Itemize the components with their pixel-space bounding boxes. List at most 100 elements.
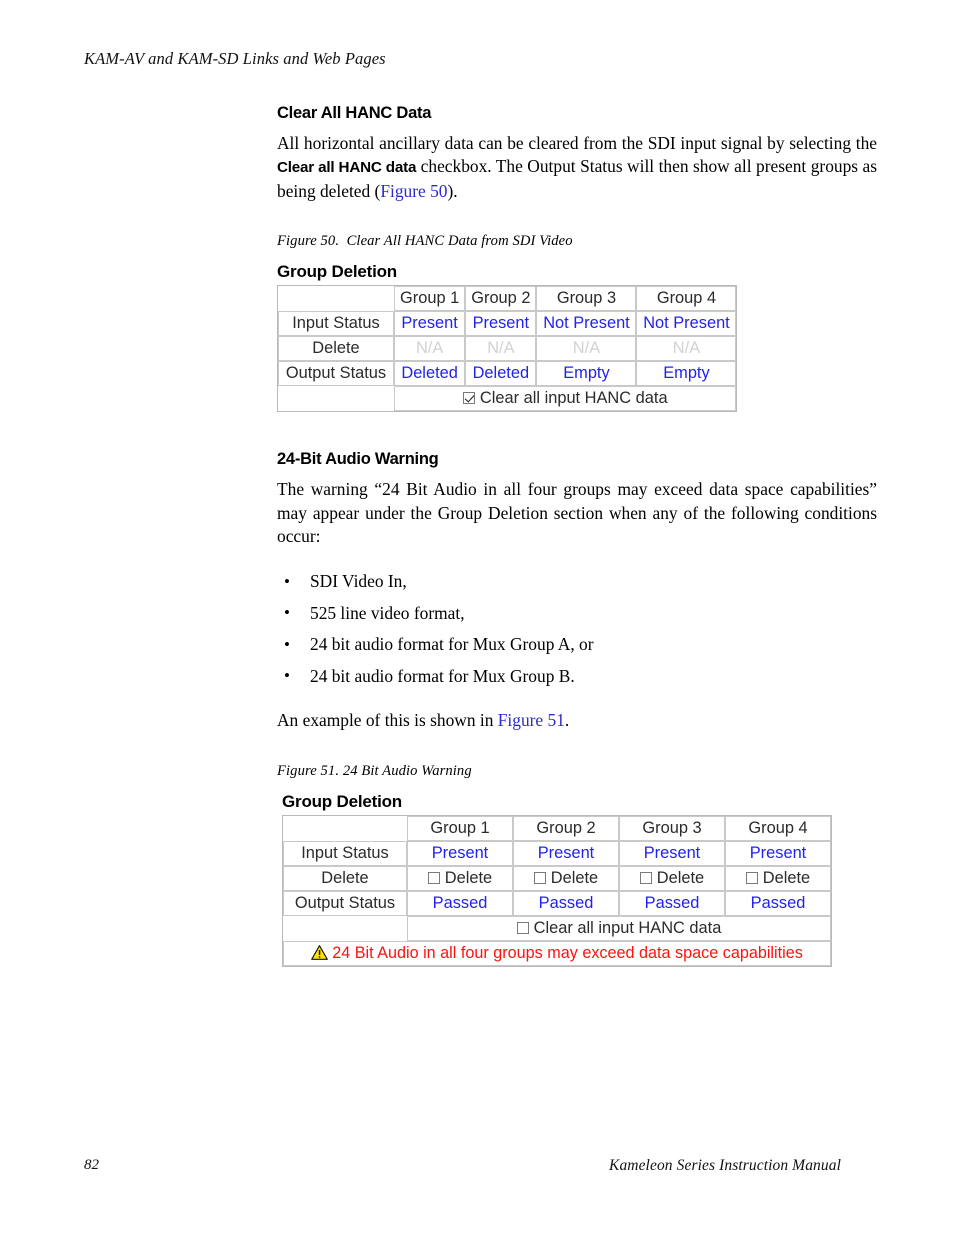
bullet-dot-icon: • <box>284 603 290 623</box>
output-status-group-1: Deleted <box>394 361 466 387</box>
figure-51-panel-title: Group Deletion <box>282 792 402 812</box>
delete-checkbox-cell-group-3[interactable]: Delete <box>619 866 725 892</box>
footer-page-number: 82 <box>84 1157 99 1173</box>
figure-50-caption-text: Clear All HANC Data from SDI Video <box>346 233 573 250</box>
figure-50-panel-title: Group Deletion <box>277 262 397 282</box>
figure-51-group-deletion-table: Group 1 Group 2 Group 3 Group 4 Input St… <box>282 815 832 968</box>
bullet-dot-icon: • <box>284 634 290 654</box>
output-status-group-1: Passed <box>407 891 513 917</box>
table-row-input-status: Input Status Present Present Not Present… <box>278 311 737 337</box>
paragraph-24-bit-audio-warning: The warning “24 Bit Audio in all four gr… <box>277 479 877 547</box>
delete-group-3: N/A <box>536 336 637 362</box>
delete-group-4: N/A <box>636 336 737 362</box>
delete-checkbox-cell-group-4[interactable]: Delete <box>725 866 831 892</box>
input-status-group-4: Present <box>725 841 831 867</box>
paragraph-clear-all-hanc-data: All horizontal ancillary data can be cle… <box>277 132 877 203</box>
xref-figure-50[interactable]: Figure 50 <box>380 181 447 201</box>
paragraph-text-part1: All horizontal ancillary data can be cle… <box>277 133 877 153</box>
footer-manual-title: Kameleon Series Instruction Manual <box>609 1157 841 1174</box>
delete-checkbox-label-group-1: Delete <box>444 869 493 888</box>
figure-50-caption: Figure 50. Clear All HANC Data from SDI … <box>277 233 877 250</box>
figure-50-panel: Group Deletion Group 1 Group 2 Group 3 G… <box>277 262 877 413</box>
bullet-dot-icon: • <box>284 666 290 686</box>
xref-figure-51[interactable]: Figure 51 <box>498 710 565 730</box>
input-status-group-2: Present <box>465 311 537 337</box>
running-header: KAM-AV and KAM-SD Links and Web Pages <box>84 49 386 68</box>
list-item-label: 525 line video format, <box>310 602 465 623</box>
list-item-label: SDI Video In, <box>310 571 407 592</box>
column-header-group-1: Group 1 <box>407 816 513 842</box>
clear-all-hanc-checkbox-cell[interactable]: Clear all input HANC data <box>394 386 737 412</box>
clear-all-hanc-checkbox[interactable] <box>516 922 529 935</box>
clear-all-hanc-checkbox-cell[interactable]: Clear all input HANC data <box>407 916 831 942</box>
list-item: • 24 bit audio format for Mux Group B. <box>277 665 877 688</box>
delete-checkbox-group-4[interactable] <box>745 872 758 885</box>
input-status-group-1: Present <box>407 841 513 867</box>
table-row-input-status: Input Status Present Present Present Pre… <box>283 841 831 867</box>
row-label-delete: Delete <box>283 866 407 892</box>
conditions-bullet-list: • SDI Video In, • 525 line video format, •… <box>277 570 877 688</box>
output-status-group-4: Passed <box>725 891 831 917</box>
figure-50-group-deletion-table: Group 1 Group 2 Group 3 Group 4 Input St… <box>277 285 738 413</box>
output-status-group-2: Deleted <box>465 361 537 387</box>
list-item-label: 24 bit audio format for Mux Group A, or <box>310 634 594 655</box>
column-header-group-4: Group 4 <box>636 286 737 312</box>
list-item: • 525 line video format, <box>277 602 877 625</box>
input-status-group-2: Present <box>513 841 619 867</box>
figure-51-panel: Group Deletion Group 1 Group 2 Group 3 G… <box>282 792 877 968</box>
delete-checkbox-group-3[interactable] <box>639 872 652 885</box>
table-row-delete: Delete N/A N/A N/A N/A <box>278 336 737 362</box>
paragraph-text-part3: ). <box>447 180 458 201</box>
column-header-group-2: Group 2 <box>513 816 619 842</box>
table-row-output-status: Output Status Passed Passed Passed Passe… <box>283 891 831 917</box>
table-row-output-status: Output Status Deleted Deleted Empty Empt… <box>278 361 737 387</box>
row-label-input-status: Input Status <box>283 841 407 867</box>
table-row-clear-all: Clear all input HANC data <box>278 386 737 412</box>
input-status-group-4: Not Present <box>636 311 737 337</box>
audio-warning-text: 24 Bit Audio in all four groups may exce… <box>332 944 803 963</box>
document-page: KAM-AV and KAM-SD Links and Web Pages Cl… <box>0 0 954 1235</box>
column-header-group-2: Group 2 <box>465 286 537 312</box>
bullet-dot-icon: • <box>284 571 290 591</box>
row-label-input-status: Input Status <box>278 311 394 337</box>
table-row-delete: Delete Delete Delete Delete Delete <box>283 866 831 892</box>
delete-checkbox-label-group-4: Delete <box>762 869 811 888</box>
row-label-delete: Delete <box>278 336 394 362</box>
table-header-row: Group 1 Group 2 Group 3 Group 4 <box>278 286 737 312</box>
clear-all-hanc-label: Clear all input HANC data <box>479 389 668 408</box>
column-header-group-1: Group 1 <box>394 286 466 312</box>
table-row-warning: 24 Bit Audio in all four groups may exce… <box>283 941 831 967</box>
closing-text-part1: An example of this is shown in <box>277 709 498 730</box>
delete-group-1: N/A <box>394 336 466 362</box>
figure-51-caption-text: 24 Bit Audio Warning <box>342 763 472 780</box>
section-heading-24-bit-audio-warning: 24-Bit Audio Warning <box>277 450 439 469</box>
clear-all-spacer-cell <box>278 386 394 412</box>
column-header-group-3: Group 3 <box>536 286 637 312</box>
paragraph-example-reference: An example of this is shown in Figure 51… <box>277 709 877 732</box>
column-header-group-4: Group 4 <box>725 816 831 842</box>
clear-all-hanc-checkbox[interactable] <box>462 392 475 405</box>
delete-group-2: N/A <box>465 336 537 362</box>
delete-checkbox-label-group-2: Delete <box>550 869 599 888</box>
input-status-group-1: Present <box>394 311 466 337</box>
table-header-row: Group 1 Group 2 Group 3 Group 4 <box>283 816 831 842</box>
table-row-clear-all: Clear all input HANC data <box>283 916 831 942</box>
output-status-group-4: Empty <box>636 361 737 387</box>
delete-checkbox-cell-group-2[interactable]: Delete <box>513 866 619 892</box>
page-content: Clear All HANC Data All horizontal ancil… <box>277 104 877 968</box>
figure-51-caption-label: Figure 51. <box>277 763 340 780</box>
column-header-group-3: Group 3 <box>619 816 725 842</box>
delete-checkbox-group-1[interactable] <box>427 872 440 885</box>
delete-checkbox-group-2[interactable] <box>533 872 546 885</box>
figure-51-caption: Figure 51. 24 Bit Audio Warning <box>277 763 877 780</box>
delete-checkbox-label-group-3: Delete <box>656 869 705 888</box>
clear-all-hanc-label: Clear all input HANC data <box>533 919 722 938</box>
input-status-group-3: Not Present <box>536 311 637 337</box>
clear-all-spacer-cell <box>283 916 407 942</box>
input-status-group-3: Present <box>619 841 725 867</box>
delete-checkbox-cell-group-1[interactable]: Delete <box>407 866 513 892</box>
figure-50-caption-label: Figure 50. <box>277 233 340 250</box>
list-item-label: 24 bit audio format for Mux Group B. <box>310 665 575 686</box>
row-label-output-status: Output Status <box>283 891 407 917</box>
warning-triangle-icon <box>311 945 329 961</box>
